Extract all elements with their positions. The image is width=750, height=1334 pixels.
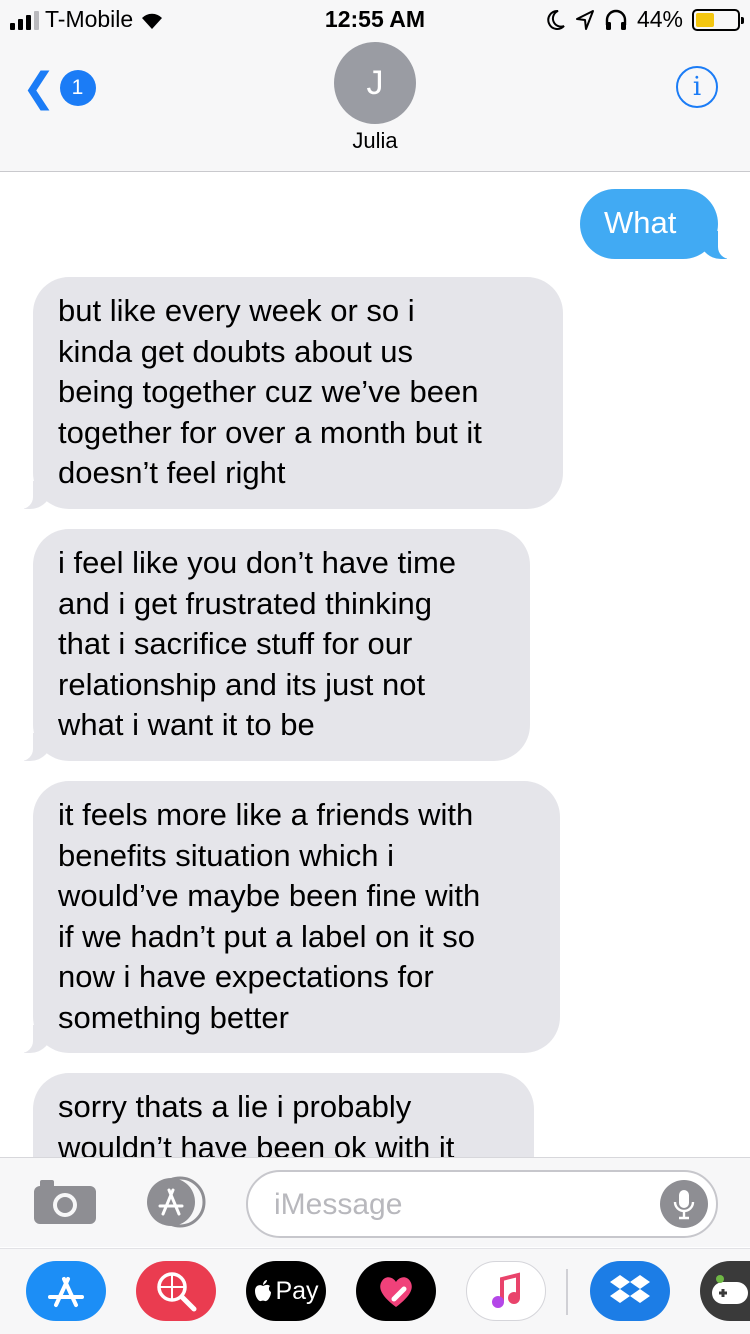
received-message-bubble[interactable]: sorry thats a lie i probably wouldn’t ha… — [33, 1073, 534, 1157]
message-line: but like every week or so i — [58, 293, 415, 328]
music-note-icon — [492, 1272, 520, 1308]
app-store-glyph — [48, 1277, 84, 1307]
message-line: kinda get doubts about us — [58, 333, 414, 369]
message-line: would’ve maybe been fine with — [58, 878, 481, 914]
microphone-glyph — [673, 1190, 695, 1220]
message-line: being together cuz we’ve been — [58, 374, 479, 410]
message-list[interactable]: What but like every week or so i kinda g… — [0, 173, 750, 1157]
message-line: it feels more like a friends with — [58, 797, 474, 832]
web-search-app-icon[interactable] — [136, 1261, 216, 1321]
back-button[interactable]: ❮ 1 — [22, 68, 96, 108]
message-line: something better — [58, 999, 289, 1035]
message-line: what i want it to be — [58, 707, 315, 743]
camera-icon[interactable] — [32, 1178, 98, 1226]
contact-avatar[interactable]: J — [334, 42, 416, 124]
digital-touch-app-icon[interactable] — [356, 1261, 436, 1321]
received-message-bubble[interactable]: but like every week or so i kinda get do… — [15, 277, 563, 509]
battery-percent: 44% — [636, 6, 683, 32]
message-line: and i get frustrated thinking — [58, 585, 432, 621]
game-controller-icon — [712, 1275, 748, 1304]
heart-icon — [380, 1277, 412, 1307]
dropbox-icon — [610, 1275, 650, 1303]
unread-badge: 1 — [59, 70, 96, 106]
message-line: i feel like you don’t have time — [58, 545, 457, 580]
info-button[interactable]: i — [676, 66, 718, 108]
dropbox-app-icon[interactable] — [590, 1261, 670, 1321]
game-app-icon[interactable] — [700, 1261, 750, 1321]
message-line: that i sacrifice stuff for our — [58, 626, 413, 662]
right-status-icons: 44% — [546, 6, 744, 33]
message-line: now i have expectations for — [58, 959, 434, 995]
apple-pay-app-icon[interactable]: Pay — [246, 1261, 326, 1321]
battery-icon — [692, 8, 744, 31]
sent-message-bubble[interactable]: What — [580, 189, 736, 259]
moon-icon — [547, 9, 565, 30]
message-line: wouldn’t have been ok with it — [58, 1129, 455, 1157]
apple-pay-label: Pay — [275, 1276, 319, 1305]
message-line: What — [604, 205, 677, 240]
message-line: relationship and its just not — [58, 666, 426, 702]
microphone-icon[interactable] — [660, 1180, 708, 1228]
location-arrow-icon — [575, 9, 594, 30]
conversation-header: T-Mobile 12:55 AM 44% ❮ 1 J Julia i — [0, 0, 750, 172]
headphones-icon — [605, 9, 627, 30]
music-app-icon[interactable] — [466, 1261, 546, 1321]
message-line: if we hadn’t put a label on it so — [58, 918, 476, 954]
message-input[interactable]: iMessage — [246, 1170, 718, 1238]
apple-icon — [255, 1280, 272, 1302]
app-store-app-icon[interactable] — [26, 1261, 106, 1321]
received-message-bubble[interactable]: i feel like you don’t have time and i ge… — [15, 529, 530, 761]
message-line: sorry thats a lie i probably — [58, 1089, 412, 1124]
message-line: benefits situation which i — [58, 837, 395, 873]
message-placeholder: iMessage — [274, 1188, 403, 1221]
received-message-bubble[interactable]: it feels more like a friends with benefi… — [15, 781, 560, 1053]
compose-bar: iMessage — [0, 1157, 750, 1247]
contact-name[interactable]: Julia — [0, 128, 750, 154]
app-drawer: Pay — [0, 1248, 750, 1334]
app-drawer-divider — [566, 1269, 568, 1315]
chevron-left-icon: ❮ — [22, 66, 56, 110]
globe-search-icon — [157, 1272, 197, 1312]
message-line: doesn’t feel right — [58, 455, 286, 491]
app-store-icon[interactable] — [140, 1176, 210, 1228]
message-line: together for over a month but it — [58, 414, 482, 450]
